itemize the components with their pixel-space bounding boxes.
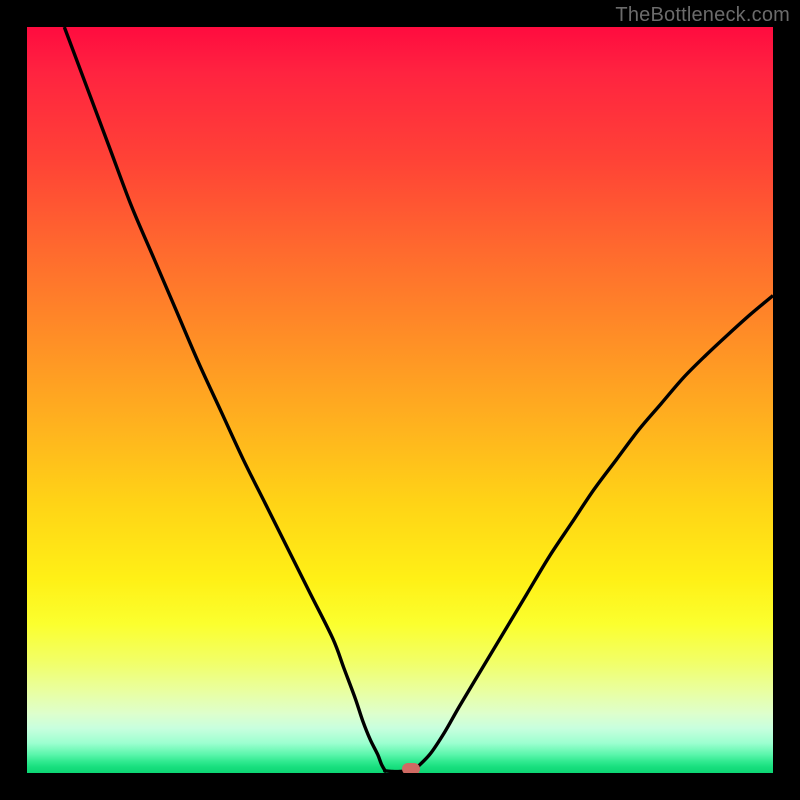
watermark-text: TheBottleneck.com xyxy=(615,4,790,27)
optimal-point-marker xyxy=(402,763,420,773)
plot-area xyxy=(27,27,773,773)
curve-path xyxy=(64,27,773,772)
bottleneck-curve xyxy=(27,27,773,773)
outer-frame: TheBottleneck.com xyxy=(0,0,800,800)
